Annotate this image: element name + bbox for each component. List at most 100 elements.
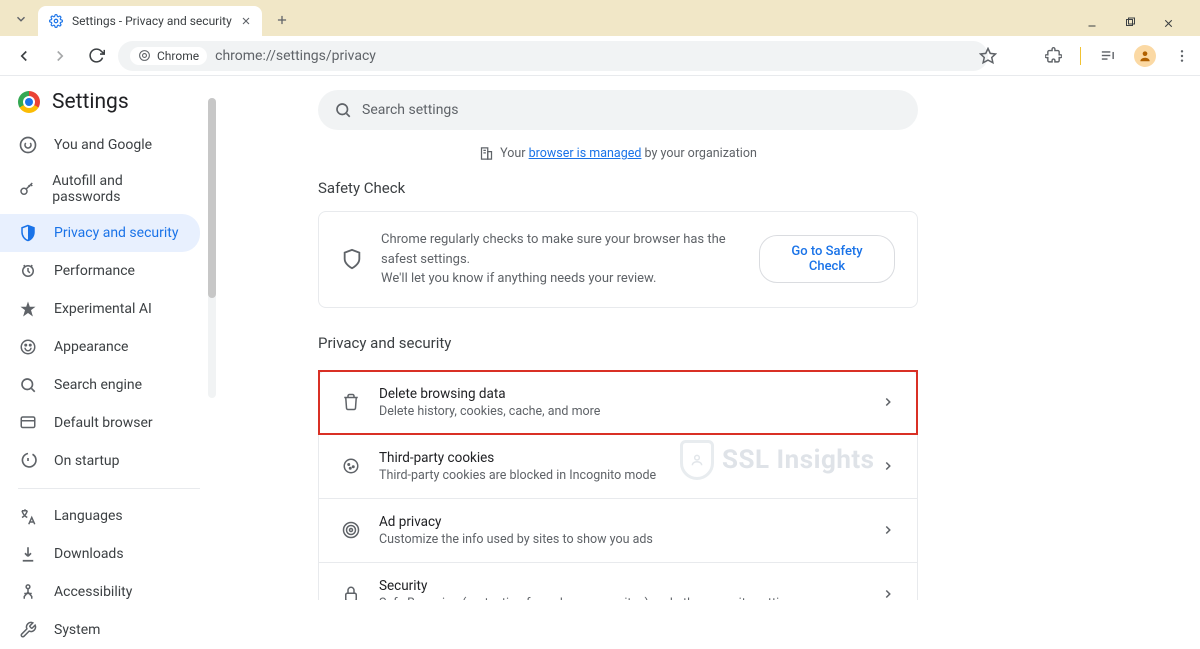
browser-toolbar: Chrome chrome://settings/privacy [0, 36, 1200, 76]
sidebar-icon [18, 261, 38, 281]
sidebar-item-label: Appearance [54, 339, 128, 355]
tab-title: Settings - Privacy and security [72, 14, 232, 28]
sidebar-icon [18, 337, 38, 357]
sidebar-item-experimental-ai[interactable]: Experimental AI [0, 290, 200, 328]
sidebar-icon [18, 620, 38, 640]
search-settings-input[interactable]: Search settings [318, 90, 918, 130]
enterprise-icon [479, 146, 494, 161]
bookmark-star-icon[interactable] [979, 47, 997, 65]
sidebar-separator [18, 488, 200, 489]
search-icon [334, 101, 352, 119]
sidebar-item-label: Downloads [54, 546, 124, 562]
chevron-right-icon [881, 587, 895, 600]
settings-heading: Settings [52, 90, 129, 114]
row-subtitle: Third-party cookies are blocked in Incog… [379, 468, 656, 483]
sidebar-item-you-and-google[interactable]: You and Google [0, 126, 200, 164]
sidebar-item-label: Experimental AI [54, 301, 152, 317]
managed-notice: Your browser is managed by your organiza… [318, 146, 918, 161]
sidebar-item-label: Languages [54, 508, 123, 524]
nav-forward-button[interactable] [46, 42, 74, 70]
row-subtitle: Safe Browsing (protection from dangerous… [379, 596, 799, 601]
privacy-row-delete-browsing-data[interactable]: Delete browsing data Delete history, cook… [319, 371, 917, 434]
privacy-settings-list: Delete browsing data Delete history, cook… [318, 370, 918, 601]
nav-reload-button[interactable] [82, 42, 110, 70]
kebab-menu-icon[interactable] [1174, 48, 1190, 64]
new-tab-button[interactable] [268, 6, 296, 34]
side-panel-icon[interactable] [1099, 47, 1116, 64]
safety-check-title: Safety Check [318, 179, 918, 197]
go-to-safety-check-button[interactable]: Go to Safety Check [759, 235, 895, 283]
row-subtitle: Delete history, cookies, cache, and more [379, 404, 600, 419]
row-icon [341, 520, 361, 540]
row-title: Security [379, 578, 799, 594]
privacy-row-security[interactable]: Security Safe Browsing (protection from d… [319, 562, 917, 601]
close-tab-icon[interactable] [240, 15, 252, 27]
tabs-dropdown-icon[interactable] [8, 6, 34, 32]
safety-check-line1: Chrome regularly checks to make sure you… [381, 230, 741, 269]
shield-icon [341, 248, 363, 270]
nav-back-button[interactable] [10, 42, 38, 70]
sidebar-icon [18, 223, 38, 243]
sidebar-item-label: Autofill and passwords [52, 173, 182, 205]
sidebar-item-label: Privacy and security [54, 225, 178, 241]
window-controls [1086, 17, 1192, 30]
privacy-row-third-party-cookies[interactable]: Third-party cookies Third-party cookies a… [319, 434, 917, 498]
sidebar-item-languages[interactable]: Languages [0, 497, 200, 535]
window-minimize-icon[interactable] [1086, 17, 1102, 30]
sidebar-icon [18, 299, 38, 319]
sidebar-icon [18, 179, 36, 199]
row-icon [341, 456, 361, 476]
sidebar-item-label: On startup [54, 453, 120, 469]
sidebar-item-performance[interactable]: Performance [0, 252, 200, 290]
privacy-section-title: Privacy and security [318, 334, 918, 352]
omnibox-site-chip: Chrome [130, 47, 207, 65]
window-close-icon[interactable] [1162, 17, 1178, 30]
safety-check-line2: We'll let you know if anything needs you… [381, 269, 741, 289]
settings-sidebar: Settings You and Google Autofill and pass… [0, 76, 218, 600]
chevron-right-icon [881, 523, 895, 537]
chevron-right-icon [881, 395, 895, 409]
sidebar-item-label: Performance [54, 263, 135, 279]
sidebar-item-accessibility[interactable]: Accessibility [0, 573, 200, 611]
sidebar-item-system[interactable]: System [0, 611, 200, 649]
privacy-row-ad-privacy[interactable]: Ad privacy Customize the info used by sit… [319, 498, 917, 562]
row-icon [341, 584, 361, 600]
sidebar-scrollbar[interactable] [208, 98, 216, 398]
settings-content: Search settings Your browser is managed … [218, 76, 1200, 600]
sidebar-item-downloads[interactable]: Downloads [0, 535, 200, 573]
sidebar-item-label: Search engine [54, 377, 142, 393]
extensions-icon[interactable] [1045, 47, 1062, 64]
sidebar-icon [18, 375, 38, 395]
sidebar-item-search-engine[interactable]: Search engine [0, 366, 200, 404]
sidebar-item-privacy-and-security[interactable]: Privacy and security [0, 214, 200, 252]
toolbar-separator [1080, 47, 1081, 65]
row-icon [341, 392, 361, 412]
sidebar-item-appearance[interactable]: Appearance [0, 328, 200, 366]
sidebar-item-on-startup[interactable]: On startup [0, 442, 200, 480]
omnibox[interactable]: Chrome chrome://settings/privacy [118, 41, 988, 71]
row-title: Third-party cookies [379, 450, 656, 466]
sidebar-item-label: Default browser [54, 415, 153, 431]
browser-tabstrip: Settings - Privacy and security [0, 0, 1200, 36]
sidebar-icon [18, 582, 38, 602]
omnibox-url: chrome://settings/privacy [215, 48, 376, 64]
window-maximize-icon[interactable] [1124, 17, 1140, 30]
row-subtitle: Customize the info used by sites to show… [379, 532, 653, 547]
sidebar-item-label: Accessibility [54, 584, 132, 600]
sidebar-item-autofill-and-passwords[interactable]: Autofill and passwords [0, 164, 200, 214]
profile-avatar[interactable] [1134, 45, 1156, 67]
sidebar-item-label: System [54, 622, 100, 638]
row-title: Ad privacy [379, 514, 653, 530]
search-placeholder: Search settings [362, 102, 459, 118]
sidebar-icon [18, 506, 38, 526]
settings-gear-icon [48, 13, 64, 29]
row-title: Delete browsing data [379, 386, 600, 402]
sidebar-icon [18, 451, 38, 471]
chevron-right-icon [881, 459, 895, 473]
sidebar-icon [18, 544, 38, 564]
safety-check-card: Chrome regularly checks to make sure you… [318, 211, 918, 308]
browser-tab-active[interactable]: Settings - Privacy and security [38, 6, 262, 36]
sidebar-item-default-browser[interactable]: Default browser [0, 404, 200, 442]
chrome-logo-icon [18, 91, 40, 113]
managed-link[interactable]: browser is managed [529, 146, 642, 161]
